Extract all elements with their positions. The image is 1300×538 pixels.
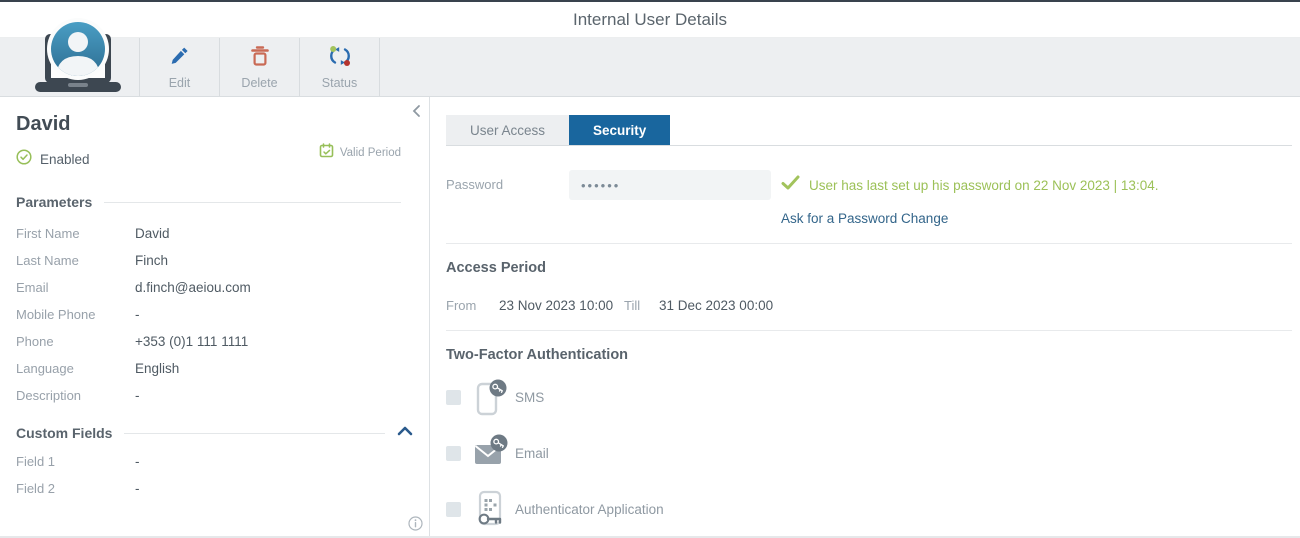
status-badge: Enabled — [40, 152, 90, 167]
delete-button[interactable]: Delete — [220, 38, 300, 96]
two-factor-title: Two-Factor Authentication — [446, 347, 629, 363]
custom-fields-list: Field 1 - Field 2 - — [16, 448, 413, 502]
status-button[interactable]: Status — [300, 38, 380, 96]
status-cycle-icon — [327, 44, 353, 73]
param-value: Finch — [135, 253, 169, 268]
user-summary-panel: David Enabled Valid Period Parameters Fi… — [0, 97, 430, 536]
sms-label: SMS — [515, 389, 545, 405]
email-checkbox[interactable] — [446, 445, 461, 461]
custom-fields-title: Custom Fields — [16, 425, 113, 441]
access-period-row: From 23 Nov 2023 10:00 Till 31 Dec 2023 … — [446, 298, 1292, 313]
two-factor-option-authenticator: Authenticator Application — [446, 481, 1292, 536]
param-label: Mobile Phone — [16, 307, 96, 322]
section-divider — [446, 243, 1292, 244]
green-check-icon — [781, 175, 800, 195]
enabled-check-circle-icon — [16, 149, 32, 170]
param-row: Description - — [16, 382, 413, 409]
valid-period[interactable]: Valid Period — [319, 143, 401, 163]
security-tab-panel: User Access Security Password •••••• Use… — [430, 97, 1300, 536]
param-label: Description — [16, 388, 82, 403]
collapse-custom-fields-chevron-icon[interactable] — [397, 424, 413, 442]
param-value: d.finch@aeiou.com — [135, 280, 251, 295]
tab-security[interactable]: Security — [569, 115, 671, 145]
access-period-title: Access Period — [446, 260, 546, 276]
ask-password-change-link[interactable]: Ask for a Password Change — [781, 211, 1158, 226]
laptop-avatar-icon — [28, 9, 128, 97]
tab-security-label: Security — [593, 122, 647, 138]
authenticator-app-icon — [471, 488, 509, 530]
param-label: Phone — [16, 334, 54, 349]
divider — [124, 432, 385, 434]
valid-period-label: Valid Period — [339, 147, 401, 159]
status-button-label: Status — [321, 76, 358, 90]
param-row: Mobile Phone - — [16, 301, 413, 328]
custom-field-label: Field 1 — [16, 454, 56, 469]
custom-field-row: Field 2 - — [16, 475, 413, 502]
section-divider — [446, 330, 1292, 331]
delete-button-label: Delete — [241, 76, 278, 90]
two-factor-options: SMS Email Authenticator Application — [446, 369, 1292, 536]
param-label: First Name — [16, 226, 80, 241]
two-factor-option-email: Email — [446, 425, 1292, 481]
param-row: Language English — [16, 355, 413, 382]
sms-checkbox[interactable] — [446, 389, 461, 405]
email-label: Email — [515, 445, 549, 461]
authenticator-label: Authenticator Application — [515, 501, 664, 517]
tab-bar: User Access Security — [446, 115, 1292, 146]
internal-user-details-window: Internal User Details Edit Delete Status… — [0, 0, 1300, 538]
password-last-set-message: User has last set up his password on 22 … — [809, 177, 1159, 193]
sms-phone-key-icon — [471, 376, 509, 418]
calendar-check-icon — [319, 143, 334, 163]
authenticator-checkbox[interactable] — [446, 501, 461, 517]
user-name: David — [16, 113, 71, 135]
titlebar: Internal User Details — [0, 2, 1300, 38]
tab-user-access[interactable]: User Access — [446, 115, 570, 145]
param-value: +353 (0)1 111 1111 — [135, 334, 249, 349]
password-label: Password — [446, 177, 504, 192]
param-label: Last Name — [16, 253, 79, 268]
from-label: From — [446, 298, 477, 313]
parameters-title: Parameters — [16, 194, 93, 210]
param-row: Email d.finch@aeiou.com — [16, 274, 413, 301]
password-row: Password User has last set up his passwo… — [446, 170, 1292, 226]
edit-button[interactable]: Edit — [140, 38, 220, 96]
param-label: Language — [16, 361, 74, 376]
param-value: - — [135, 307, 140, 322]
tab-user-access-label: User Access — [470, 122, 546, 138]
collapse-panel-chevron-icon[interactable] — [409, 103, 425, 119]
param-row: Phone +353 (0)1 111 1111 — [16, 328, 413, 355]
parameters-section-header: Parameters — [16, 194, 413, 210]
edit-pencil-icon — [168, 44, 192, 73]
till-label: Till — [624, 298, 641, 313]
param-row: Last Name Finch — [16, 247, 413, 274]
custom-field-row: Field 1 - — [16, 448, 413, 475]
edit-button-label: Edit — [168, 76, 191, 90]
parameters-list: First Name David Last Name Finch Email d… — [16, 220, 413, 409]
from-value: 23 Nov 2023 10:00 — [499, 298, 614, 313]
divider — [104, 201, 401, 203]
custom-field-value: - — [135, 454, 140, 469]
param-value: - — [135, 388, 140, 403]
password-input[interactable] — [569, 170, 771, 200]
info-icon[interactable] — [408, 516, 423, 531]
custom-field-value: - — [135, 481, 140, 496]
param-value: David — [135, 226, 170, 241]
password-status-row: User has last set up his password on 22 … — [781, 170, 1158, 200]
user-avatar-block — [0, 18, 140, 96]
delete-trash-icon — [248, 44, 272, 73]
two-factor-option-sms: SMS — [446, 369, 1292, 425]
toolbar: Edit Delete Status — [0, 18, 1300, 97]
page-title: Internal User Details — [572, 9, 727, 29]
param-label: Email — [16, 280, 49, 295]
custom-fields-section-header: Custom Fields — [16, 424, 413, 442]
param-value: English — [135, 361, 180, 376]
param-row: First Name David — [16, 220, 413, 247]
till-value: 31 Dec 2023 00:00 — [659, 298, 774, 313]
email-key-icon — [471, 432, 509, 474]
custom-field-label: Field 2 — [16, 481, 56, 496]
